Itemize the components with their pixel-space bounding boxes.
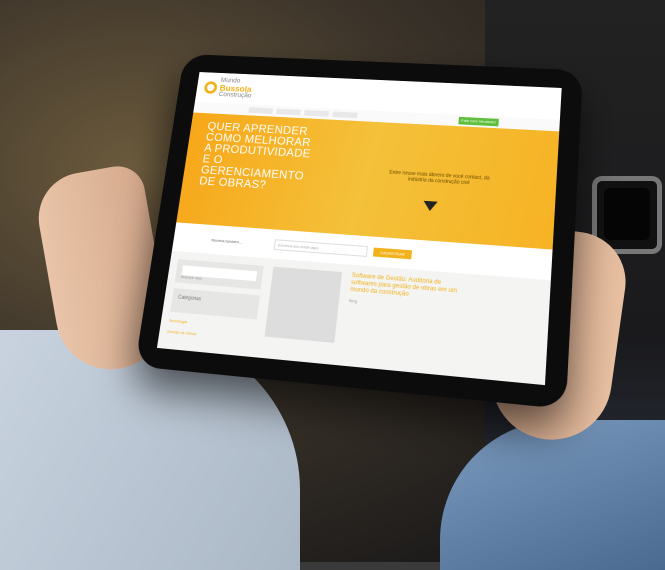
subnav-item[interactable] [276, 109, 301, 116]
search-input[interactable]: Busque aqui [181, 265, 257, 281]
contact-sales-button[interactable]: Fale com Vendedor [458, 117, 499, 127]
category-label: Categorias [171, 288, 260, 313]
hero-subtitle: Entre nesse mais ábnero de você contact,… [384, 169, 495, 187]
tablet-screen: Mundo Bussola Construção Fale com Vended… [157, 72, 562, 385]
category-box: Categorias [170, 288, 260, 319]
subnav-item[interactable] [304, 110, 329, 117]
search-placeholder: Busque aqui [181, 274, 203, 281]
subnav-item[interactable] [248, 107, 273, 114]
logo-line3: Construção [218, 91, 252, 100]
logo-icon [203, 81, 217, 94]
email-input[interactable]: Escreva seu email aqui [274, 239, 368, 257]
tablet: Mundo Bussola Construção Fale com Vended… [135, 54, 583, 409]
watch-face [604, 188, 650, 240]
sidebar-link[interactable]: Gestão de Obras [167, 329, 255, 342]
hero-title: QUER APRENDER COMO MELHORAR A PRODUTIVID… [199, 121, 320, 194]
sidebar: Busque aqui Categorias Tecnologia Gestão… [167, 259, 264, 342]
post-thumbnail[interactable] [264, 267, 342, 343]
sidebar-link[interactable]: Tecnologia [169, 318, 256, 331]
signup-button[interactable]: CADASTRAR [373, 247, 412, 259]
search-box: Busque aqui [175, 259, 264, 289]
logo-text: Mundo Bussola Construção [218, 77, 254, 100]
down-arrow-icon [423, 201, 438, 212]
site-logo[interactable]: Mundo Bussola Construção [203, 77, 254, 100]
subnav-item[interactable] [332, 111, 357, 118]
signup-label: Receba também... [211, 237, 269, 246]
